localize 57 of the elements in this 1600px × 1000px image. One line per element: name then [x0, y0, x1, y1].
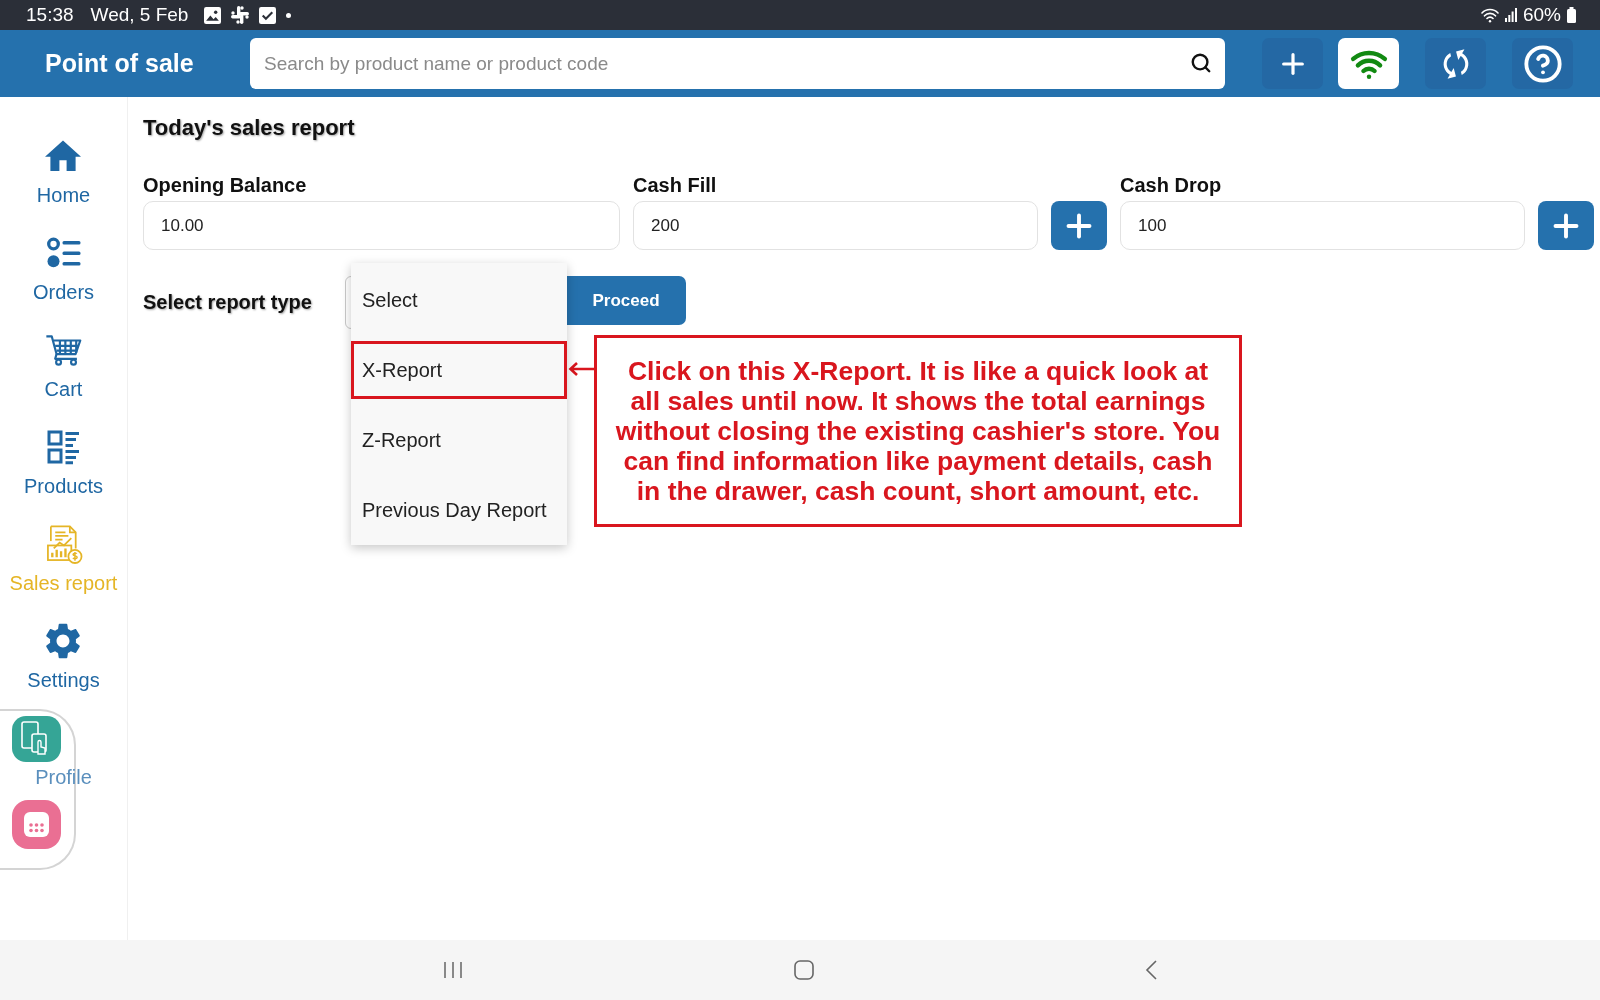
- checkbox-icon: [259, 6, 277, 24]
- page-title: Today's sales report: [143, 115, 355, 141]
- settings-icon: [45, 623, 82, 659]
- app-icon[interactable]: [12, 716, 61, 762]
- sidebar-item[interactable]: Settings: [27, 623, 100, 691]
- sidebar-item[interactable]: Orders: [32, 235, 95, 303]
- sidebar-item[interactable]: Home: [36, 138, 91, 206]
- amount-field[interactable]: 200: [633, 201, 1038, 250]
- pinwheel-icon: [231, 6, 250, 24]
- image-icon: [204, 6, 222, 24]
- dropdown-option[interactable]: Select: [351, 265, 567, 335]
- dropdown-option[interactable]: Z-Report: [351, 405, 567, 475]
- sidebar-label: Home: [36, 184, 91, 206]
- sidebar-label: Cart: [44, 378, 83, 400]
- home-icon: [45, 139, 82, 173]
- sidebar-item[interactable]: Products: [24, 429, 103, 497]
- add-button[interactable]: [1051, 201, 1107, 250]
- field-label: Opening Balance: [143, 174, 307, 196]
- battery-percent: 60%: [1522, 4, 1561, 26]
- list-icon: [45, 236, 82, 270]
- back-icon[interactable]: [1145, 960, 1157, 980]
- dropdown-option[interactable]: X-Report: [351, 341, 567, 399]
- search-icon[interactable]: [1190, 52, 1212, 74]
- sidebar-item[interactable]: Cart: [44, 332, 83, 400]
- dropdown-option[interactable]: Previous Day Report: [351, 475, 567, 545]
- sync-button[interactable]: [1425, 38, 1486, 89]
- field-label: Cash Fill: [633, 174, 717, 196]
- sidebar-label: Settings: [27, 669, 100, 691]
- grid-list-icon: [45, 429, 82, 465]
- sidebar-item[interactable]: Profile: [35, 766, 92, 788]
- proceed-button[interactable]: Proceed: [566, 276, 686, 325]
- cart-icon: [44, 332, 83, 368]
- annotation-text: Click on this X-Report. It is like a quick look at all sales until now. It shows the total earnings without closing the existing cashier's store. You can find information like payment details, cash in the drawer, cash count, short amount, etc.: [614, 356, 1222, 506]
- wifi-button[interactable]: [1338, 38, 1399, 89]
- status-date: Wed, 5 Feb: [90, 4, 189, 26]
- dot-icon: [286, 12, 292, 18]
- help-button[interactable]: [1512, 38, 1573, 89]
- wifi-icon: [1480, 7, 1499, 23]
- sidebar-label: Products: [24, 475, 103, 497]
- field-label: Cash Drop: [1120, 174, 1222, 196]
- add-button[interactable]: [1262, 38, 1323, 89]
- add-button[interactable]: [1538, 201, 1594, 250]
- search-field[interactable]: Search by product name or product code: [250, 38, 1225, 89]
- recent-apps-icon[interactable]: [443, 961, 463, 979]
- sidebar-label: Orders: [32, 281, 95, 303]
- signal-icon: [1504, 8, 1517, 22]
- sidebar-label: Sales report: [9, 572, 118, 594]
- field-label: Select report type: [143, 290, 313, 314]
- amount-field[interactable]: 100: [1120, 201, 1525, 250]
- amount-field[interactable]: 10.00: [143, 201, 620, 250]
- help-icon: [1522, 43, 1563, 84]
- app-icon[interactable]: [12, 800, 61, 849]
- report-chart-icon: [44, 523, 83, 565]
- battery-icon: [1567, 7, 1576, 23]
- home-button-icon[interactable]: [794, 960, 814, 980]
- app-title: Point of sale: [45, 49, 195, 78]
- status-time: 15:38: [26, 4, 74, 26]
